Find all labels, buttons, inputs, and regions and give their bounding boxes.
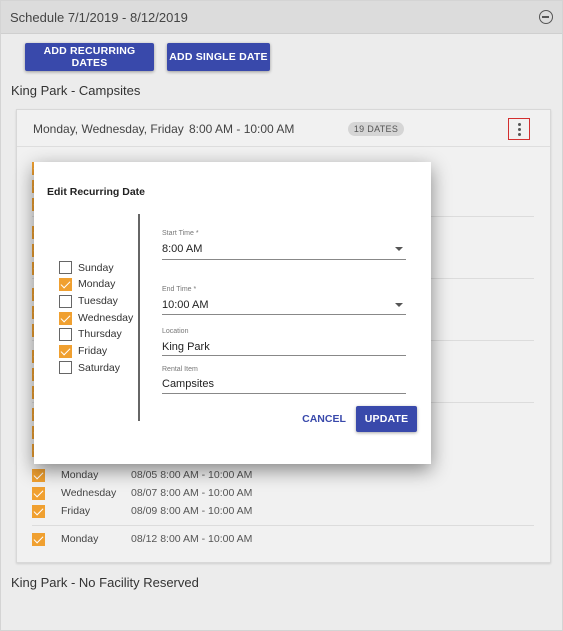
row-day: Wednesday [61,487,117,499]
location-field[interactable]: King Park [162,341,210,353]
group-divider [32,525,534,526]
rental-item-label: Rental Item [162,366,198,373]
end-time-select[interactable]: 10:00 AM [162,299,208,311]
end-time-label: End Time * [162,286,197,293]
rental-item-field[interactable]: Campsites [162,378,214,390]
row-datetime: 08/12 8:00 AM - 10:00 AM [131,533,253,545]
rental-item-underline [162,393,406,394]
day-label: Friday [78,345,108,357]
more-options-icon[interactable] [508,118,530,140]
chevron-down-icon[interactable] [395,247,403,251]
saturday-checkbox[interactable] [59,361,72,374]
thursday-checkbox[interactable] [59,328,72,341]
dates-count-badge: 19 DATES [348,122,404,136]
card-header[interactable]: Monday, Wednesday, Friday 8:00 AM - 10:0… [17,110,550,147]
collapse-icon[interactable] [539,10,553,24]
sunday-checkbox[interactable] [59,261,72,274]
panel-header: Schedule 7/1/2019 - 8/12/2019 [1,1,562,34]
day-label: Tuesday [78,295,118,307]
cancel-button[interactable]: CANCEL [300,409,348,429]
recurring-time: 8:00 AM - 10:00 AM [189,122,295,136]
monday-checkbox[interactable] [59,278,72,291]
start-time-underline [162,259,406,260]
row-day: Monday [61,469,99,481]
edit-recurring-date-dialog: Edit Recurring Date Sunday Monday Tuesda… [34,162,431,464]
day-label: Monday [78,278,116,290]
row-checkbox[interactable] [32,469,45,482]
day-label: Thursday [78,328,122,340]
row-checkbox[interactable] [32,505,45,518]
location-label: Location [162,328,189,335]
day-label: Wednesday [78,312,134,324]
row-day: Friday [61,505,91,517]
chevron-down-icon[interactable] [395,303,403,307]
row-day: Monday [61,533,99,545]
location-underline [162,355,406,356]
row-datetime: 08/07 8:00 AM - 10:00 AM [131,487,253,499]
day-label: Sunday [78,262,114,274]
facility-title: King Park - Campsites [11,83,141,98]
dialog-title: Edit Recurring Date [47,186,146,198]
facility-title: King Park - No Facility Reserved [11,575,199,590]
row-datetime: 08/09 8:00 AM - 10:00 AM [131,505,253,517]
end-time-underline [162,314,406,315]
recurring-days: Monday, Wednesday, Friday [33,122,184,136]
row-checkbox[interactable] [32,533,45,546]
add-single-date-button[interactable]: ADD SINGLE DATE [167,43,270,71]
row-checkbox[interactable] [32,487,45,500]
tuesday-checkbox[interactable] [59,295,72,308]
dialog-divider [138,214,140,421]
friday-checkbox[interactable] [59,345,72,358]
row-datetime: 08/05 8:00 AM - 10:00 AM [131,469,253,481]
schedule-title: Schedule 7/1/2019 - 8/12/2019 [10,10,188,25]
wednesday-checkbox[interactable] [59,312,72,325]
add-recurring-dates-button[interactable]: ADD RECURRING DATES [25,43,154,71]
update-button[interactable]: UPDATE [356,406,417,432]
day-label: Saturday [78,362,121,374]
start-time-select[interactable]: 8:00 AM [162,243,202,255]
start-time-label: Start Time * [162,230,199,237]
